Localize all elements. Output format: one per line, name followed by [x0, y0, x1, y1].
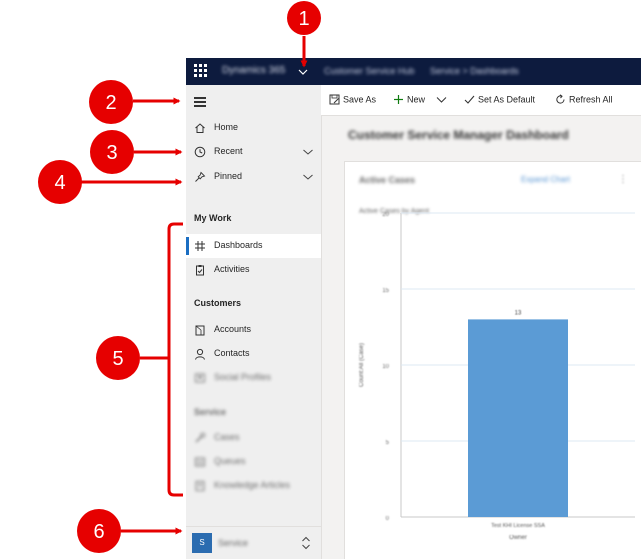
clock-icon — [194, 146, 206, 158]
sidebar-item-label: Accounts — [214, 324, 252, 334]
hamburger-menu-icon[interactable] — [194, 97, 206, 107]
chart-card: Active Cases Expand Chart ⋮ Active Cases… — [344, 161, 641, 559]
top-navigation-bar: Dynamics 365 Customer Service Hub Servic… — [186, 58, 641, 85]
callout-badge-2 — [89, 80, 133, 124]
callout-badge-4 — [38, 160, 82, 204]
app-name[interactable]: Dynamics 365 — [222, 65, 285, 76]
sidebar-item-label: Dashboards — [214, 240, 263, 250]
plus-icon — [394, 95, 403, 105]
bar-chart: 0 5 10 15 20 13 Test KHI License SSA Owner Count… — [359, 212, 635, 541]
callout-number: 3 — [106, 142, 117, 164]
chevron-up-down-icon[interactable] — [301, 535, 311, 551]
sidebar-item-social-profiles[interactable]: Social Profiles — [186, 366, 321, 390]
refresh-all-button[interactable]: Refresh All — [555, 94, 613, 108]
dynamics-app-window: Dynamics 365 Customer Service Hub Servic… — [186, 58, 641, 559]
person-icon — [195, 348, 205, 360]
callout-number: 2 — [105, 92, 116, 114]
chevron-down-icon[interactable] — [436, 94, 447, 105]
y-tick-label: 15 — [382, 288, 389, 294]
section-header-my-work: My Work — [194, 213, 232, 223]
sidebar-item-label: Contacts — [214, 348, 250, 358]
sitemap-sidebar: Home Recent Pinned My Work Dashboards Ac… — [186, 85, 322, 559]
breadcrumb[interactable]: Service > Dashboards — [430, 66, 519, 76]
hub-name[interactable]: Customer Service Hub — [324, 66, 415, 76]
chevron-down-icon[interactable] — [298, 67, 308, 77]
callout-bracket-5 — [167, 222, 183, 497]
sidebar-item-label: Activities — [214, 264, 250, 274]
sidebar-item-label: Queues — [214, 456, 246, 466]
callout-badge-1 — [287, 1, 321, 35]
sidebar-item-pinned[interactable]: Pinned — [186, 165, 321, 189]
book-icon — [195, 481, 205, 491]
y-tick-label: 0 — [386, 516, 390, 522]
chevron-down-icon[interactable] — [303, 172, 313, 182]
save-as-button[interactable]: Save As — [329, 94, 376, 108]
callout-number: 5 — [112, 348, 123, 370]
wrench-icon — [195, 432, 206, 443]
command-bar: Save As New Set As Default Refresh All — [321, 85, 641, 116]
new-button[interactable]: New — [393, 94, 450, 108]
callout-badge-6 — [77, 509, 121, 553]
area-avatar: S — [192, 533, 212, 553]
y-tick-label: 5 — [386, 440, 390, 446]
dashboard-icon — [195, 241, 205, 251]
y-axis-label: Count:All (Case) — [359, 343, 365, 387]
app-launcher-icon[interactable] — [194, 64, 208, 78]
sidebar-item-accounts[interactable]: Accounts — [186, 318, 321, 342]
checkmark-icon — [464, 95, 475, 104]
callout-badge-3 — [90, 130, 134, 174]
area-switcher[interactable]: S Service — [186, 526, 321, 559]
save-as-icon — [329, 94, 340, 105]
data-label: 13 — [515, 310, 522, 316]
sidebar-item-label: Recent — [214, 146, 243, 156]
sidebar-item-label: Home — [214, 122, 239, 132]
chevron-down-icon[interactable] — [303, 147, 313, 157]
sidebar-item-activities[interactable]: Activities — [186, 258, 321, 282]
callout-number: 1 — [298, 8, 309, 30]
bar — [468, 319, 568, 517]
pin-icon — [195, 171, 206, 182]
sidebar-item-queues[interactable]: Queues — [186, 450, 321, 474]
sidebar-item-label: Pinned — [214, 171, 243, 181]
sidebar-item-label: Social Profiles — [214, 372, 272, 382]
sidebar-item-label: Knowledge Articles — [214, 480, 291, 490]
building-icon — [195, 325, 205, 336]
sidebar-item-contacts[interactable]: Contacts — [186, 342, 321, 366]
profile-icon — [195, 373, 205, 383]
y-tick-label: 10 — [382, 364, 389, 370]
sidebar-item-home[interactable]: Home — [186, 116, 321, 140]
set-as-default-button[interactable]: Set As Default — [464, 94, 535, 108]
callout-number: 6 — [93, 521, 104, 543]
y-tick-label: 20 — [382, 212, 389, 218]
callout-badge-5 — [96, 336, 140, 380]
sidebar-item-knowledge-articles[interactable]: Knowledge Articles — [186, 474, 321, 498]
x-tick-label: Test KHI License SSA — [491, 523, 545, 529]
sidebar-item-label: Cases — [214, 432, 240, 442]
home-icon — [195, 123, 205, 133]
section-header-customers: Customers — [194, 298, 242, 308]
sidebar-item-recent[interactable]: Recent — [186, 140, 321, 164]
dashboard-title[interactable]: Customer Service Manager Dashboard — [348, 128, 569, 142]
refresh-icon — [556, 94, 565, 104]
sidebar-item-cases[interactable]: Cases — [186, 426, 321, 450]
clipboard-icon — [196, 265, 204, 276]
queue-icon — [195, 457, 205, 467]
section-header-service: Service — [194, 407, 227, 417]
area-name: Service — [218, 538, 249, 548]
x-axis-label: Owner — [509, 535, 527, 541]
callout-number: 4 — [54, 172, 65, 194]
sidebar-item-dashboards[interactable]: Dashboards — [186, 234, 321, 258]
